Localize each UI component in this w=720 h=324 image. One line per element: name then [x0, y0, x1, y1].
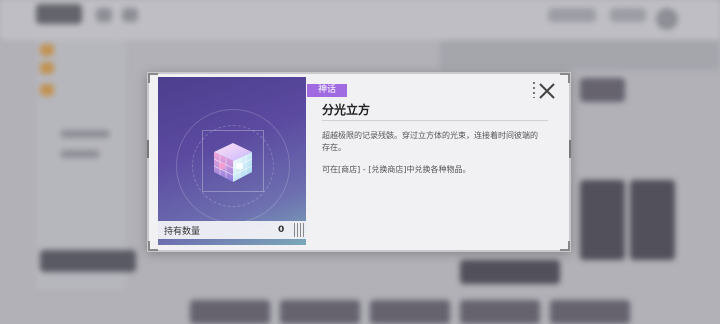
- quantity-label: 持有数量: [164, 226, 201, 237]
- item-source-text: 可在[商店] - [兑换商店]中兑换各种物品。: [322, 165, 471, 174]
- divider: [322, 120, 548, 121]
- dots-decor: [533, 82, 535, 98]
- quantity-value: 0: [278, 225, 285, 235]
- stripes-decor: [294, 223, 304, 237]
- frame-side-tick: [147, 140, 149, 158]
- frame-side-tick: [569, 140, 571, 158]
- item-name: 分光立方: [322, 103, 371, 117]
- close-button[interactable]: [536, 80, 558, 102]
- rarity-badge: 神话: [307, 84, 347, 97]
- frame-corner: [560, 241, 570, 251]
- prism-cube-icon: [210, 139, 256, 185]
- close-icon: [539, 83, 555, 99]
- item-image-panel: 持有数量 0: [158, 77, 306, 245]
- quantity-bar: 持有数量 0: [158, 221, 306, 239]
- item-description: 超越极限的记录残骸。穿过立方体的光束，连接着时间彼端的存在。: [322, 131, 538, 152]
- frame-corner: [148, 241, 158, 251]
